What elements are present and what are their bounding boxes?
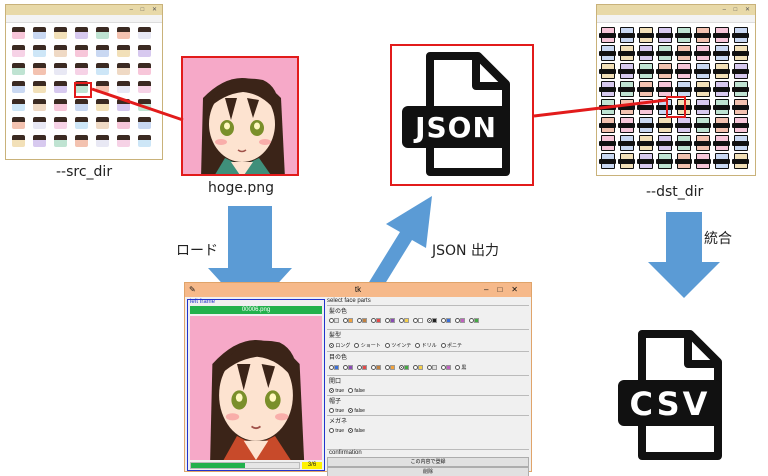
confirmation-label: confirmation <box>329 450 362 456</box>
left-frame-label: left frame <box>190 299 216 305</box>
dst-dir-caption: --dst_dir <box>646 184 704 200</box>
hair-color-option[interactable] <box>329 318 339 324</box>
hair-color-label: 髪の色 <box>329 309 348 315</box>
eye-color-option[interactable] <box>441 364 451 371</box>
open-mouth-label: 開口 <box>329 379 342 385</box>
delete-button[interactable]: 削除 <box>327 467 529 476</box>
eye-color-group: 目の色 黒 <box>327 351 529 371</box>
hat-label: 帽子 <box>329 399 342 405</box>
hair-style-label: 髪型 <box>329 333 342 339</box>
eye-color-option[interactable] <box>413 364 423 371</box>
hair-color-option[interactable] <box>469 318 479 324</box>
hair-color-group: 髪の色 <box>327 305 529 327</box>
select-face-label: select face parts <box>327 298 371 304</box>
glasses-options: true false <box>329 428 529 434</box>
page-counter: 3/6 <box>302 462 322 469</box>
file-name: 00006.png <box>241 307 271 313</box>
window-controls[interactable]: –□✕ <box>484 283 527 297</box>
eye-color-option[interactable] <box>357 364 367 371</box>
hair-style-option[interactable]: ポニテ <box>440 342 462 349</box>
open-mouth-group: 開口 true false <box>327 375 529 394</box>
glasses-label: メガネ <box>329 419 348 425</box>
false-radio[interactable]: false <box>348 408 365 414</box>
hair-style-group: 髪型 ロング ショート ツインテ ドリル ポニテ <box>327 329 529 349</box>
hair-color-option[interactable] <box>399 318 409 324</box>
false-radio[interactable]: false <box>348 428 365 434</box>
left-frame: left frame 00006.png 3/6 <box>187 299 325 471</box>
file-name-bar: 00006.png <box>190 306 322 314</box>
true-radio[interactable]: true <box>329 428 344 434</box>
eye-color-option[interactable] <box>427 364 437 371</box>
hair-style-option[interactable]: ショート <box>354 342 381 349</box>
true-radio[interactable]: true <box>329 388 344 394</box>
eye-color-label: 目の色 <box>329 355 348 361</box>
hat-options: true false <box>329 408 529 414</box>
merge-arrow <box>648 212 720 298</box>
hair-color-option[interactable] <box>371 318 381 324</box>
hair-color-option[interactable] <box>441 318 451 324</box>
merge-caption: 統合 <box>704 231 732 247</box>
progress-bar <box>190 462 300 469</box>
hair-style-option[interactable]: ロング <box>329 342 350 349</box>
hair-color-option[interactable] <box>343 318 353 324</box>
hair-color-option[interactable] <box>427 318 437 324</box>
hoge-caption: hoge.png <box>208 180 275 196</box>
preview-image <box>190 316 322 460</box>
tk-titlebar: ✎ tk –□✕ <box>185 283 531 297</box>
eye-color-option-black[interactable]: 黒 <box>455 364 466 371</box>
csv-icon-label: CSV <box>629 385 711 423</box>
hair-color-option[interactable] <box>385 318 395 324</box>
hair-style-option[interactable]: ドリル <box>415 342 437 349</box>
open-mouth-options: true false <box>329 388 529 394</box>
eye-color-option[interactable] <box>385 364 395 371</box>
json-out-caption: JSON 出力 <box>432 243 499 259</box>
src-dir-caption: --src_dir <box>56 164 113 180</box>
load-caption: ロード <box>176 243 218 259</box>
hair-color-option[interactable] <box>413 318 423 324</box>
hair-style-options: ロング ショート ツインテ ドリル ポニテ <box>329 342 529 349</box>
hair-style-option[interactable]: ツインテ <box>384 342 411 349</box>
eye-color-options: 黒 <box>329 364 529 371</box>
tk-window: ✎ tk –□✕ left frame 00006.png 3/6 select… <box>184 282 532 476</box>
tk-title: tk <box>354 285 362 294</box>
register-button[interactable]: この内容で登録 <box>327 457 529 467</box>
hair-color-option[interactable] <box>357 318 367 324</box>
eye-color-option[interactable] <box>329 364 339 371</box>
face-parts-panel: select face parts 髪の色 髪型 ロング ショート ツインテ ド… <box>327 298 531 476</box>
hat-group: 帽子 true false <box>327 395 529 414</box>
eye-color-option[interactable] <box>343 364 353 371</box>
eye-color-option[interactable] <box>371 364 381 371</box>
hair-color-options <box>329 318 529 324</box>
anime-girl-preview <box>190 316 322 460</box>
false-radio[interactable]: false <box>348 388 365 394</box>
progress-fill <box>191 463 245 468</box>
eye-color-black-label: 黒 <box>461 365 467 371</box>
true-radio[interactable]: true <box>329 408 344 414</box>
csv-file-icon: CSV <box>608 326 744 466</box>
hair-color-option[interactable] <box>455 318 465 324</box>
glasses-group: メガネ true false <box>327 415 529 434</box>
eye-color-option[interactable] <box>399 364 409 371</box>
